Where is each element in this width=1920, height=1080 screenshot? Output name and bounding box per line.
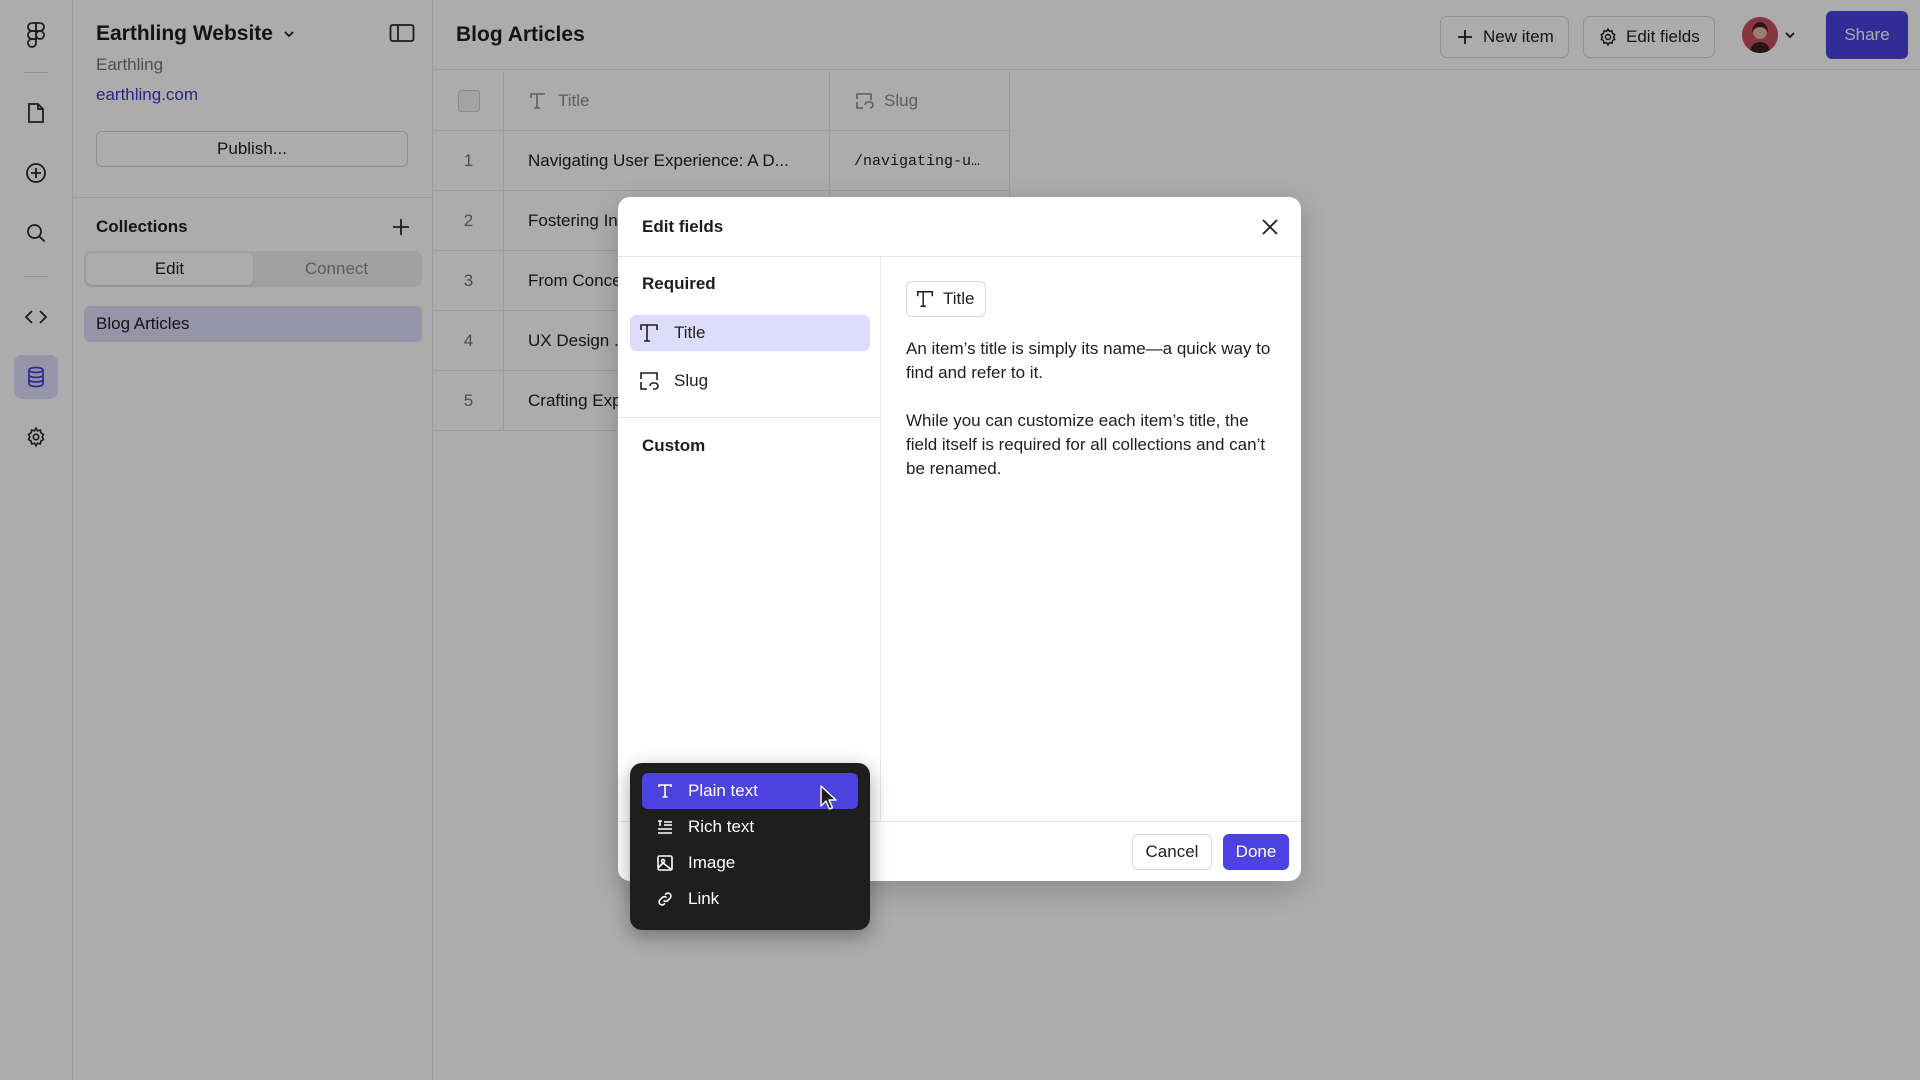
fields-list: Required Title Slug Custom (618, 257, 881, 821)
field-item-title[interactable]: Title (630, 315, 870, 351)
field-description: An item’s title is simply its name—a qui… (906, 339, 1271, 382)
field-item-label: Title (674, 323, 706, 342)
image-icon (656, 854, 674, 872)
dialog-header: Edit fields (618, 197, 1301, 257)
text-field-icon (915, 289, 935, 309)
cancel-button[interactable]: Cancel (1132, 834, 1212, 870)
menu-item-label: Link (688, 889, 720, 908)
required-heading: Required (642, 274, 716, 293)
text-type-icon (656, 782, 674, 800)
field-type-chip-label: Title (943, 289, 975, 308)
menu-item-label: Plain text (688, 781, 758, 800)
menu-item-label: Image (688, 853, 736, 872)
field-item-label: Slug (674, 371, 709, 390)
close-icon[interactable] (1258, 215, 1282, 239)
menu-item-link[interactable]: Link (642, 881, 858, 917)
menu-item-rich-text[interactable]: Rich text (642, 809, 858, 845)
menu-item-label: Rich text (688, 817, 755, 836)
field-type-chip: Title (906, 281, 986, 317)
fields-divider (618, 417, 881, 418)
menu-item-image[interactable]: Image (642, 845, 858, 881)
mouse-cursor-icon (820, 785, 838, 813)
done-button[interactable]: Done (1223, 834, 1289, 870)
slug-field-icon (638, 370, 660, 392)
field-description: While you can customize each item’s titl… (906, 411, 1266, 478)
field-item-slug[interactable]: Slug (630, 363, 870, 399)
dialog-title: Edit fields (642, 217, 724, 236)
field-detail-panel: Title An item’s title is simply its name… (882, 257, 1301, 821)
text-field-icon (638, 322, 660, 344)
rich-text-icon (656, 818, 674, 836)
link-icon (656, 890, 674, 908)
custom-heading: Custom (642, 436, 706, 455)
